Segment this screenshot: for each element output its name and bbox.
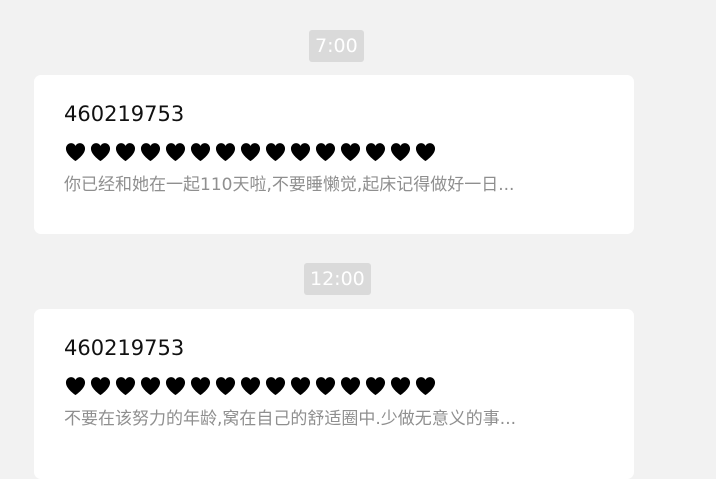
black-heart-icon xyxy=(165,143,186,162)
timestamp-badge: 7:00 xyxy=(309,30,364,62)
black-heart-icon xyxy=(365,377,386,396)
hearts-row xyxy=(64,373,604,399)
black-heart-icon xyxy=(65,143,86,162)
black-heart-icon xyxy=(90,143,111,162)
black-heart-icon xyxy=(415,143,436,162)
black-heart-icon xyxy=(240,377,261,396)
message-preview: 你已经和她在一起110天啦,不要睡懒觉,起床记得做好一日... xyxy=(64,175,515,195)
black-heart-icon xyxy=(390,143,411,162)
sender-name: 460219753 xyxy=(64,336,185,360)
black-heart-icon xyxy=(315,143,336,162)
black-heart-icon xyxy=(65,377,86,396)
message-preview: 不要在该努力的年龄,窝在自己的舒适圈中.少做无意义的事... xyxy=(64,409,517,429)
black-heart-icon xyxy=(115,377,136,396)
black-heart-icon xyxy=(90,377,111,396)
black-heart-icon xyxy=(340,143,361,162)
black-heart-icon xyxy=(140,143,161,162)
black-heart-icon xyxy=(240,143,261,162)
sender-name: 460219753 xyxy=(64,102,185,126)
black-heart-icon xyxy=(265,377,286,396)
black-heart-icon xyxy=(140,377,161,396)
timestamp-badge: 12:00 xyxy=(304,263,371,295)
black-heart-icon xyxy=(115,143,136,162)
black-heart-icon xyxy=(290,377,311,396)
black-heart-icon xyxy=(190,377,211,396)
black-heart-icon xyxy=(215,377,236,396)
black-heart-icon xyxy=(415,377,436,396)
black-heart-icon xyxy=(340,377,361,396)
black-heart-icon xyxy=(215,143,236,162)
black-heart-icon xyxy=(290,143,311,162)
black-heart-icon xyxy=(365,143,386,162)
black-heart-icon xyxy=(315,377,336,396)
black-heart-icon xyxy=(265,143,286,162)
message-card[interactable]: 460219753 不要在该努力的年龄,窝在自己的舒适圈中.少做无意义的事... xyxy=(34,309,634,479)
black-heart-icon xyxy=(190,143,211,162)
black-heart-icon xyxy=(165,377,186,396)
message-card[interactable]: 460219753 你已经和她在一起110天啦,不要睡懒觉,起床记得做好一日..… xyxy=(34,75,634,234)
black-heart-icon xyxy=(390,377,411,396)
hearts-row xyxy=(64,139,604,165)
